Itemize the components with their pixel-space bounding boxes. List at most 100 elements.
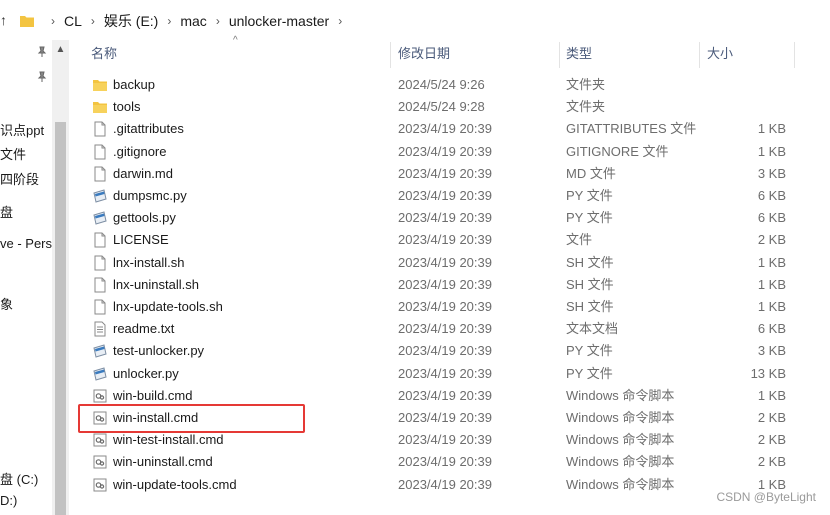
file-row[interactable]: dumpsmc.py 2023/4/19 20:39 PY 文件 6 KB [78,185,830,207]
file-type: PY 文件 [566,365,613,381]
breadcrumb-item[interactable]: CL [64,13,82,29]
file-date: 2023/4/19 20:39 [398,210,492,226]
file-date: 2023/4/19 20:39 [398,432,492,448]
highlight-box [78,404,305,433]
file-type: 文本文档 [566,321,619,337]
chevron-right-icon[interactable]: › [338,14,342,28]
file-name: lnx-update-tools.sh [113,299,223,314]
file-row[interactable]: gettools.py 2023/4/19 20:39 PY 文件 6 KB [78,207,830,229]
watermark: CSDN @ByteLight [716,490,816,504]
column-header-name[interactable]: 名称 [91,43,117,65]
column-divider[interactable] [699,42,700,68]
nav-item[interactable]: 识点ppt [0,120,44,139]
file-type: PY 文件 [566,210,613,226]
file-date: 2023/4/19 20:39 [398,476,492,492]
file-row[interactable]: LICENSE 2023/4/19 20:39 文件 2 KB [78,229,830,251]
python-file-icon [93,366,107,381]
file-size: 2 KB [757,432,786,448]
file-row[interactable]: .gitignore 2023/4/19 20:39 GITIGNORE 文件 1 K… [78,141,830,163]
nav-item[interactable]: 象 [0,294,13,313]
file-icon [94,166,106,182]
file-type: GITIGNORE 文件 [566,143,669,159]
file-date: 2023/4/19 20:39 [398,121,492,137]
nav-item[interactable]: 四阶段 [0,169,39,188]
file-name: lnx-install.sh [113,254,185,270]
file-type: SH 文件 [566,276,614,292]
file-icon [94,232,106,248]
up-arrow-icon[interactable]: ↑ [0,12,12,28]
file-type: Windows 命令脚本 [566,410,675,425]
folder-icon [93,102,107,114]
column-divider[interactable] [559,42,560,68]
address-bar[interactable]: ↑ › CL › 娱乐 (E:) › mac › unlocker-master… [0,0,830,40]
file-name: darwin.md [113,165,173,181]
file-name: LICENSE [113,232,169,248]
file-type: Windows 命令脚本 [566,432,675,448]
file-row[interactable]: unlocker.py 2023/4/19 20:39 PY 文件 13 KB [78,363,830,385]
file-date: 2024/5/24 9:26 [398,77,485,92]
file-type: SH 文件 [566,254,614,270]
file-type: 文件 [566,232,593,248]
column-divider[interactable] [390,42,391,68]
pin-icon[interactable] [36,71,48,83]
python-file-icon [93,189,107,203]
file-name: tools [113,99,141,115]
python-file-icon [93,344,107,359]
nav-item[interactable]: D:) [0,493,17,508]
breadcrumb-item[interactable]: 娱乐 (E:) [104,11,158,31]
file-name: unlocker.py [113,365,179,381]
folder-icon [20,16,34,27]
nav-item[interactable]: 盘 (C:) [0,469,38,488]
column-header-date[interactable]: 修改日期 [398,43,450,65]
column-header-size[interactable]: 大小 [707,43,733,65]
file-size: 6 KB [757,188,786,203]
file-size: 1 KB [757,254,786,270]
pin-icon[interactable] [36,46,48,58]
file-row[interactable]: lnx-update-tools.sh 2023/4/19 20:39 SH 文件 1… [78,296,830,318]
file-date: 2023/4/19 20:39 [398,299,492,314]
file-name: test-unlocker.py [113,343,205,359]
file-row[interactable]: win-uninstall.cmd 2023/4/19 20:39 Windows … [78,451,830,473]
scroll-up-arrow-icon[interactable]: ▲ [52,42,69,58]
file-type: Windows 命令脚本 [566,387,675,403]
file-row[interactable]: readme.txt 2023/4/19 20:39 文本文档 6 KB [78,318,830,340]
breadcrumb-item[interactable]: unlocker-master [229,13,329,29]
file-row[interactable]: backup 2024/5/24 9:26 文件夹 [78,74,830,96]
file-icon [94,277,106,293]
file-date: 2023/4/19 20:39 [398,321,492,337]
file-row[interactable]: darwin.md 2023/4/19 20:39 MD 文件 3 KB [78,163,830,185]
file-date: 2023/4/19 20:39 [398,410,492,425]
file-row[interactable]: lnx-uninstall.sh 2023/4/19 20:39 SH 文件 1 KB [78,274,830,296]
cmd-file-icon [93,478,107,492]
file-icon [94,144,106,160]
file-row[interactable]: test-unlocker.py 2023/4/19 20:39 PY 文件 3 KB [78,340,830,362]
nav-item[interactable]: ve - Perso [0,236,59,251]
file-date: 2023/4/19 20:39 [398,254,492,270]
file-name: .gitattributes [113,121,184,137]
file-type: PY 文件 [566,188,613,203]
breadcrumb: › CL › 娱乐 (E:) › mac › unlocker-master › [20,11,351,31]
file-icon [94,255,106,271]
file-name: win-update-tools.cmd [113,476,237,492]
chevron-right-icon: › [90,14,95,28]
file-date: 2023/4/19 20:39 [398,188,492,203]
nav-item[interactable]: 盘 [0,202,13,221]
file-row[interactable]: .gitattributes 2023/4/19 20:39 GITATTRIBUT… [78,118,830,140]
file-name: .gitignore [113,143,167,159]
chevron-right-icon: › [51,14,55,28]
file-date: 2023/4/19 20:39 [398,276,492,292]
column-divider[interactable] [794,42,795,68]
breadcrumb-item[interactable]: mac [180,13,206,29]
file-row[interactable]: tools 2024/5/24 9:28 文件夹 [78,96,830,118]
nav-item[interactable]: 文件 [0,144,26,163]
file-size: 1 KB [757,121,786,137]
file-size: 2 KB [757,454,786,470]
file-size: 6 KB [757,210,786,226]
column-header-type[interactable]: 类型 [566,43,592,65]
folder-icon [93,80,107,91]
sort-ascending-icon: ^ [233,35,238,46]
file-row[interactable]: lnx-install.sh 2023/4/19 20:39 SH 文件 1 KB [78,252,830,274]
nav-scroll-thumb[interactable] [55,122,66,515]
cmd-file-icon [93,455,107,469]
file-type: GITATTRIBUTES 文件 [566,121,697,137]
